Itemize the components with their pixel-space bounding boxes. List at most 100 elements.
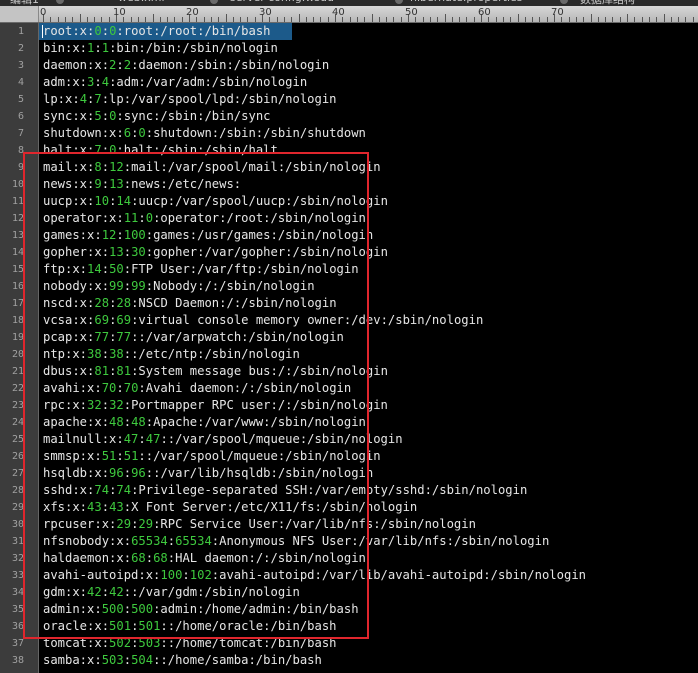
line-number: 14 <box>11 247 24 258</box>
line-number: 5 <box>17 94 24 105</box>
code-line[interactable]: daemon:x:2:2:daemon:/sbin:/sbin/nologin <box>39 57 698 74</box>
ruler-tick <box>451 17 453 22</box>
text-segment: ftp:x: <box>43 262 88 276</box>
code-line[interactable]: ntp:x:38:38::/etc/ntp:/sbin/nologin <box>39 346 698 363</box>
code-line[interactable]: operator:x:11:0:operator:/root:/sbin/nol… <box>39 210 698 227</box>
uid-value: 503 <box>101 653 124 667</box>
ruler-mark: 40 <box>332 7 345 18</box>
ruler-tick <box>466 17 468 22</box>
code-line[interactable]: sync:x:5:0:sync:/sbin:/bin/sync <box>39 108 698 125</box>
ruler-tick <box>137 17 139 22</box>
tab-close-icon[interactable] <box>56 0 64 4</box>
code-line[interactable]: xfs:x:43:43:X Font Server:/etc/X11/fs:/s… <box>39 499 698 516</box>
code-line[interactable]: mailnull:x:47:47::/var/spool/mqueue:/sbi… <box>39 431 698 448</box>
code-line[interactable]: root:x:0:0:root:/root:/bin/bash <box>39 23 698 40</box>
code-line[interactable]: apache:x:48:48:Apache:/var/www:/sbin/nol… <box>39 414 698 431</box>
line-text: nobody:x:99:99:Nobody:/:/sbin/nologin <box>39 279 315 293</box>
code-line[interactable]: avahi:x:70:70:Avahi daemon:/:/sbin/nolog… <box>39 380 698 397</box>
text-segment: :uucp:/var/spool/uucp:/sbin/nologin <box>131 194 388 208</box>
code-line[interactable]: halt:x:7:0:halt:/sbin:/sbin/halt <box>39 142 698 159</box>
ruler-tick <box>517 14 519 22</box>
gid-value: 501 <box>138 619 161 633</box>
code-line[interactable]: ftp:x:14:50:FTP User:/var/ftp:/sbin/nolo… <box>39 261 698 278</box>
text-segment: bin:x: <box>43 41 88 55</box>
code-line[interactable]: gdm:x:42:42::/var/gdm:/sbin/nologin <box>39 584 698 601</box>
code-line[interactable]: bin:x:1:1:bin:/bin:/sbin/nologin <box>39 40 698 57</box>
tab-0[interactable]: 编辑1 <box>10 0 39 6</box>
text-segment: : <box>94 41 102 55</box>
ruler-mark: 0 <box>40 7 47 18</box>
line-text: mail:x:8:12:mail:/var/spool/mail:/sbin/n… <box>39 160 381 174</box>
uid-value: 77 <box>94 330 110 344</box>
code-line[interactable]: shutdown:x:6:0:shutdown:/sbin:/sbin/shut… <box>39 125 698 142</box>
code-line[interactable]: adm:x:3:4:adm:/var/adm:/sbin/nologin <box>39 74 698 91</box>
code-line[interactable]: nobody:x:99:99:Nobody:/:/sbin/nologin <box>39 278 698 295</box>
uid-value: 65534 <box>131 534 168 548</box>
line-number: 24 <box>11 417 24 428</box>
code-line[interactable]: games:x:12:100:games:/usr/games:/sbin/no… <box>39 227 698 244</box>
text-segment: : <box>101 160 110 174</box>
gid-value: 65534 <box>175 534 212 548</box>
code-line[interactable]: oracle:x:501:501::/home/oracle:/bin/bash <box>39 618 698 635</box>
code-line[interactable]: rpcuser:x:29:29:RPC Service User:/var/li… <box>39 516 698 533</box>
text-segment: admin:x: <box>43 602 102 616</box>
line-number: 23 <box>11 400 24 411</box>
line-number: 17 <box>11 298 24 309</box>
ruler-tick <box>473 17 475 22</box>
code-line[interactable]: avahi-autoipd:x:100:102:avahi-autoipd:/v… <box>39 567 698 584</box>
text-editor-area[interactable]: root:x:0:0:root:/root:/bin/bash bin:x:1:1… <box>39 23 698 673</box>
tab-3[interactable]: hibernate.properties <box>410 0 523 5</box>
code-line[interactable]: vcsa:x:69:69:virtual console memory owne… <box>39 312 698 329</box>
line-number: 21 <box>11 366 24 377</box>
code-line[interactable]: uucp:x:10:14:uucp:/var/spool/uucp:/sbin/… <box>39 193 698 210</box>
line-text: oracle:x:501:501::/home/oracle:/bin/bash <box>39 619 337 633</box>
code-line[interactable]: smmsp:x:51:51::/var/spool/mqueue:/sbin/n… <box>39 448 698 465</box>
ruler-tick <box>532 17 534 22</box>
text-segment: : <box>138 432 146 446</box>
code-line[interactable]: samba:x:503:504::/home/samba:/bin/bash <box>39 652 698 669</box>
ruler-tick <box>291 17 293 22</box>
code-line[interactable]: nfsnobody:x:65534:65534:Anonymous NFS Us… <box>39 533 698 550</box>
code-line[interactable]: dbus:x:81:81:System message bus:/:/sbin/… <box>39 363 698 380</box>
text-segment: gopher:x: <box>43 245 110 259</box>
ruler-tick <box>612 17 614 22</box>
line-text: gopher:x:13:30:gopher:/var/gopher:/sbin/… <box>39 245 388 259</box>
text-segment: dbus:x: <box>43 364 95 378</box>
line-number: 37 <box>11 638 24 649</box>
code-line[interactable]: haldaemon:x:68:68:HAL daemon:/:/sbin/nol… <box>39 550 698 567</box>
code-line[interactable]: mail:x:8:12:mail:/var/spool/mail:/sbin/n… <box>39 159 698 176</box>
tab-close-icon[interactable] <box>560 0 568 4</box>
text-segment: :Anonymous NFS User:/var/lib/nfs:/sbin/n… <box>211 534 550 548</box>
tab-4[interactable]: 数据库结构 <box>580 0 635 6</box>
line-number: 13 <box>11 230 24 241</box>
text-segment: root:x: <box>43 24 95 38</box>
text-segment: news:x: <box>43 177 95 191</box>
code-line[interactable]: lp:x:4:7:lp:/var/spool/lpd:/sbin/nologin <box>39 91 698 108</box>
tab-close-icon[interactable] <box>210 0 218 4</box>
code-line[interactable]: tomcat:x:502:503::/home/tomcat:/bin/bash <box>39 635 698 652</box>
ruler-tick <box>670 17 672 22</box>
text-segment: : <box>123 653 132 667</box>
uid-value: 29 <box>116 517 132 531</box>
code-line[interactable]: admin:x:500:500:admin:/home/admin:/bin/b… <box>39 601 698 618</box>
text-segment: :mail:/var/spool/mail:/sbin/nologin <box>123 160 381 174</box>
uid-value: 70 <box>101 381 117 395</box>
code-line[interactable]: pcap:x:77:77::/var/arpwatch:/sbin/nologi… <box>39 329 698 346</box>
code-line[interactable]: sshd:x:74:74:Privilege-separated SSH:/va… <box>39 482 698 499</box>
gid-value: 2 <box>123 58 132 72</box>
code-line[interactable]: rpc:x:32:32:Portmapper RPC user:/:/sbin/… <box>39 397 698 414</box>
tab-2[interactable]: server-config.wsdd <box>230 0 334 5</box>
tab-close-icon[interactable] <box>395 0 403 4</box>
code-line[interactable]: nscd:x:28:28:NSCD Daemon:/:/sbin/nologin <box>39 295 698 312</box>
line-number: 32 <box>11 553 24 564</box>
code-line[interactable]: gopher:x:13:30:gopher:/var/gopher:/sbin/… <box>39 244 698 261</box>
text-segment: :halt:/sbin:/sbin/halt <box>116 143 278 157</box>
code-line[interactable]: hsqldb:x:96:96::/var/lib/hsqldb:/sbin/no… <box>39 465 698 482</box>
tab-1[interactable]: web.xml <box>118 0 165 5</box>
gid-value: 70 <box>123 381 139 395</box>
ruler-tick <box>546 17 548 22</box>
line-text: games:x:12:100:games:/usr/games:/sbin/no… <box>39 228 373 242</box>
code-line[interactable]: news:x:9:13:news:/etc/news: <box>39 176 698 193</box>
text-segment: sshd:x: <box>43 483 95 497</box>
ruler-tick <box>444 14 446 22</box>
